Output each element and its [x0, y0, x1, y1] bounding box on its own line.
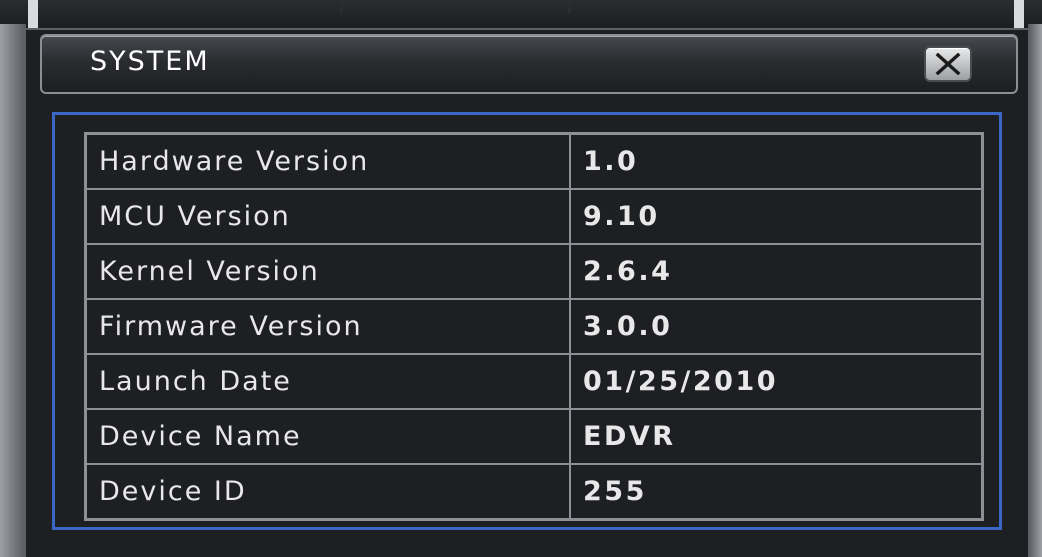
mcu-version-label: MCU Version	[84, 188, 571, 245]
kernel-version-value: 2.6.4	[569, 243, 984, 300]
table-row: MCU Version 9.10	[84, 188, 984, 245]
device-id-value: 255	[569, 463, 984, 521]
table-row: Launch Date 01/25/2010	[84, 353, 984, 410]
close-button[interactable]	[924, 46, 972, 82]
dialog-title: SYSTEM	[90, 46, 210, 77]
table-row: Device ID 255	[84, 463, 984, 521]
top-strip-tick	[340, 0, 343, 14]
left-bezel	[0, 24, 26, 557]
system-info-panel: Hardware Version 1.0 MCU Version 9.10 Ke…	[52, 112, 1002, 530]
device-name-label: Device Name	[84, 408, 571, 465]
kernel-version-label: Kernel Version	[84, 243, 571, 300]
system-info-table: Hardware Version 1.0 MCU Version 9.10 Ke…	[84, 132, 984, 521]
hardware-version-value: 1.0	[569, 132, 984, 190]
table-row: Firmware Version 3.0.0	[84, 298, 984, 355]
dialog-title-bar: SYSTEM	[40, 34, 1018, 94]
device-name-value: EDVR	[569, 408, 984, 465]
table-row: Hardware Version 1.0	[84, 132, 984, 190]
table-row: Kernel Version 2.6.4	[84, 243, 984, 300]
firmware-version-value: 3.0.0	[569, 298, 984, 355]
firmware-version-label: Firmware Version	[84, 298, 571, 355]
mcu-version-value: 9.10	[569, 188, 984, 245]
right-bezel	[1028, 24, 1042, 557]
table-row: Device Name EDVR	[84, 408, 984, 465]
system-dialog: SYSTEM Hardware Version 1.0 MCU Version …	[24, 28, 1030, 557]
top-strip-tick	[568, 0, 571, 14]
launch-date-label: Launch Date	[84, 353, 571, 410]
close-x-icon	[935, 53, 961, 75]
device-id-label: Device ID	[84, 463, 571, 521]
launch-date-value: 01/25/2010	[569, 353, 984, 410]
hardware-version-label: Hardware Version	[84, 132, 571, 190]
